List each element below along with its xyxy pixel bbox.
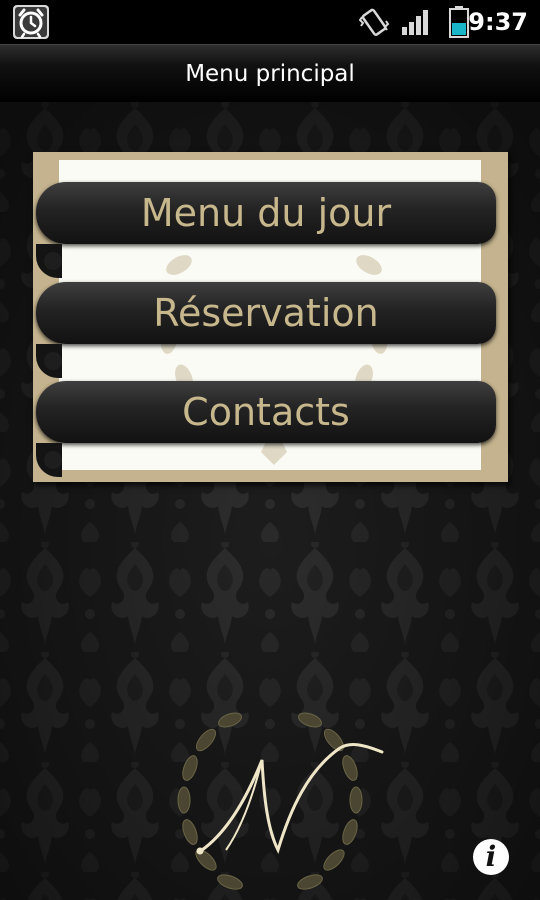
info-icon: i [485, 840, 497, 873]
page-title: Menu principal [185, 61, 355, 87]
title-bar: Menu principal [0, 44, 540, 102]
ribbon-curl [36, 443, 62, 477]
restaurant-logo [177, 712, 384, 890]
vibrate-icon [358, 8, 390, 36]
info-button[interactable]: i [473, 839, 509, 875]
ribbon-curl [36, 244, 62, 278]
menu-du-jour-label: Menu du jour [140, 191, 392, 235]
ribbon-curl [36, 344, 62, 378]
contacts-button[interactable]: Contacts [36, 381, 496, 477]
status-bar: 9:37 [0, 0, 540, 44]
menu-du-jour-button[interactable]: Menu du jour [36, 182, 496, 278]
app-screen: 9:37 Menu principal Menu du jour Réserva… [0, 0, 540, 900]
status-clock: 9:37 [468, 8, 528, 36]
menu-card: Menu du jour Réservation Contacts [33, 152, 508, 482]
alarm-clock-icon [13, 5, 49, 39]
contacts-label: Contacts [182, 390, 350, 434]
reservation-label: Réservation [153, 291, 379, 335]
reservation-button[interactable]: Réservation [36, 282, 496, 378]
signal-icon [402, 10, 428, 35]
battery-icon [449, 6, 469, 38]
